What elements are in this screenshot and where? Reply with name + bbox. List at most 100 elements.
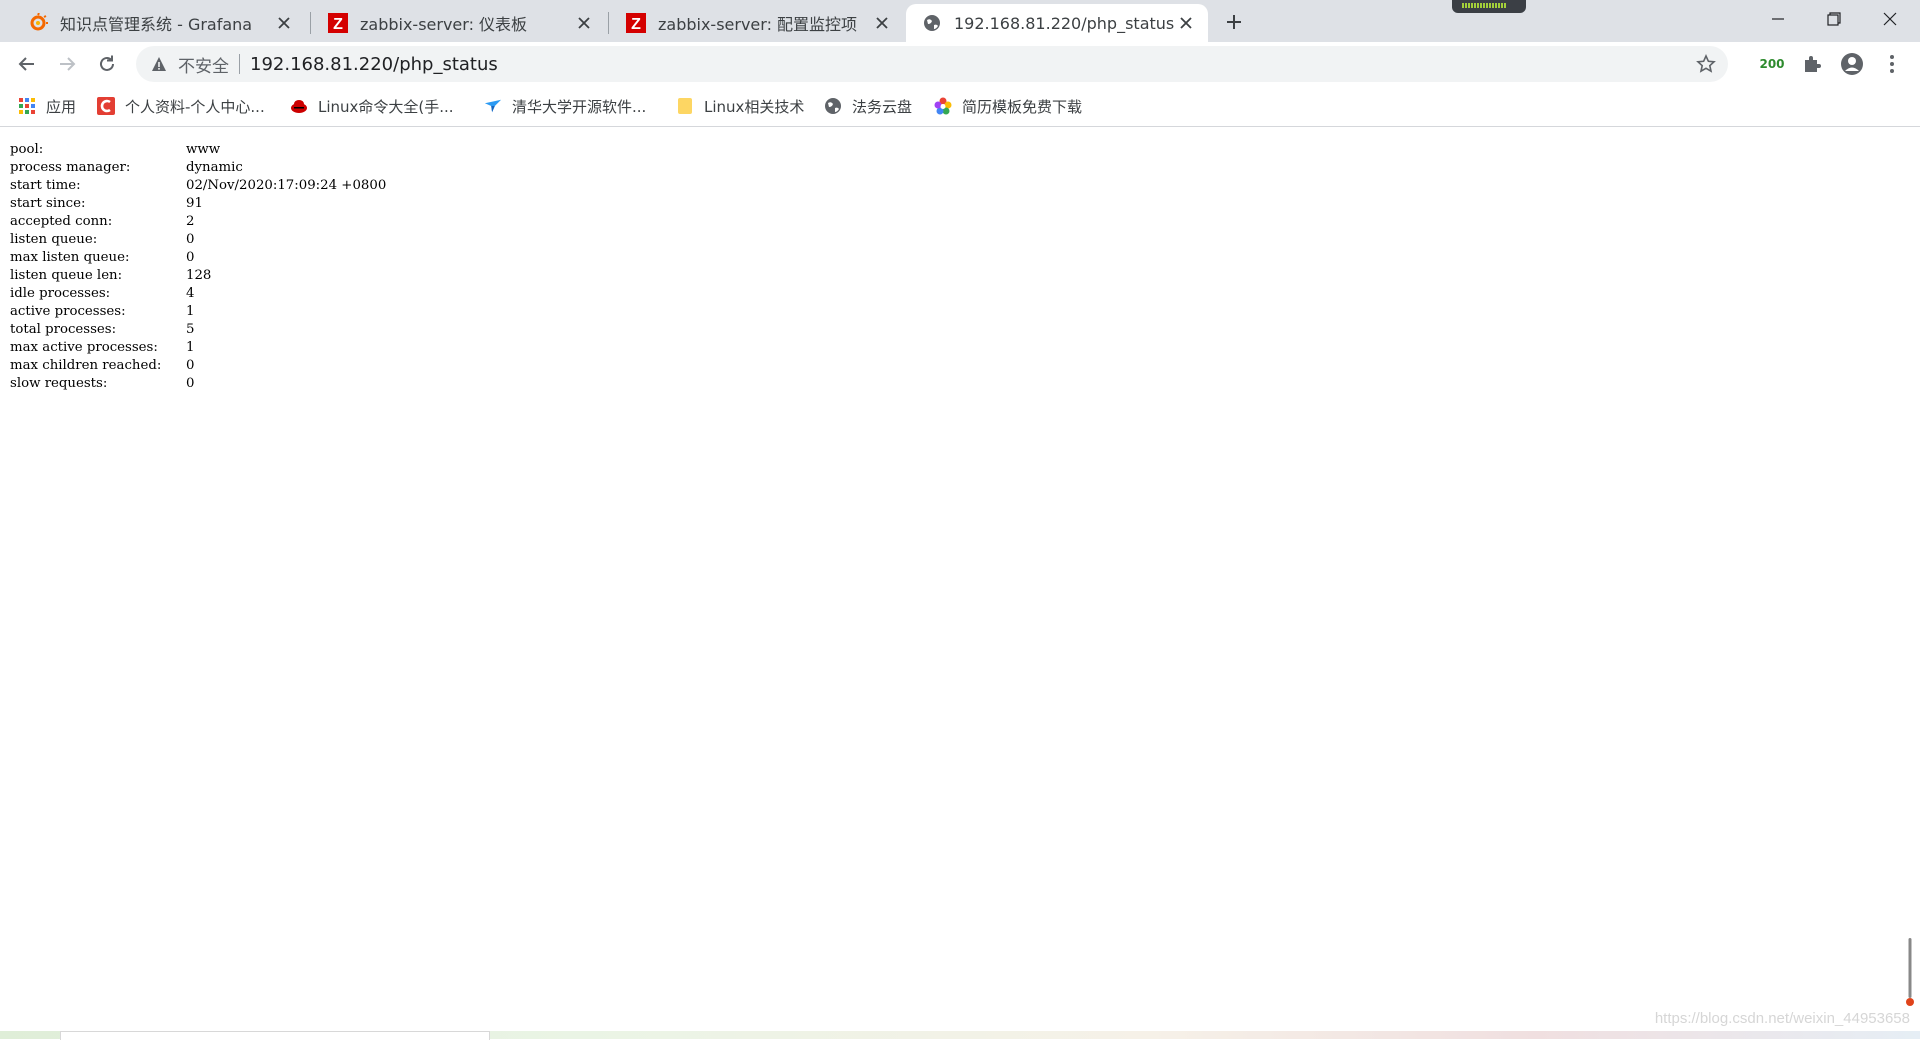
status-row: listen queue len: 128	[10, 267, 386, 285]
puzzle-icon	[1805, 56, 1821, 72]
network-meter-widget	[1452, 0, 1526, 13]
new-tab-button[interactable]	[1220, 8, 1248, 36]
status-key: start since:	[10, 196, 86, 211]
status-value: 4	[186, 286, 195, 301]
status-row: accepted conn: 2	[10, 213, 386, 231]
bookmark-label: 清华大学开源软件...	[512, 97, 647, 116]
divider	[239, 54, 240, 74]
tab-separator	[608, 12, 609, 34]
bookmark-label: 应用	[46, 97, 77, 116]
status-value: 1	[186, 340, 195, 355]
status-key: listen queue:	[10, 232, 98, 247]
bookmark-label: Linux命令大全(手...	[318, 97, 454, 116]
close-tab-icon[interactable]	[274, 13, 294, 33]
tab-php-status[interactable]: 192.168.81.220/php_status	[906, 4, 1208, 42]
menu-button[interactable]	[1878, 50, 1906, 78]
status-value: 0	[186, 376, 195, 391]
thermometer-widget-icon	[1906, 938, 1914, 1008]
warning-icon[interactable]	[150, 55, 168, 73]
url-text[interactable]: 192.168.81.220/php_status	[250, 54, 498, 75]
bookmark-resume-templates[interactable]: 简历模板免费下载	[934, 94, 1082, 118]
reload-icon	[100, 55, 114, 71]
bookmarks-bar: 应用 个人资料-个人中心... Linux命令大全(手... 清华大学开源软件.…	[0, 86, 1920, 127]
status-value: 128	[186, 268, 212, 283]
status-value: 0	[186, 358, 195, 373]
bookmark-folder-linux[interactable]: Linux相关技术	[676, 94, 804, 118]
status-row: listen queue: 0	[10, 231, 386, 249]
status-row: slow requests: 0	[10, 375, 386, 393]
globe-icon	[824, 97, 842, 115]
status-row: max active processes: 1	[10, 339, 386, 357]
security-label[interactable]: 不安全	[178, 52, 229, 77]
tab-title: 192.168.81.220/php_status	[954, 13, 1175, 33]
arrow-right-icon	[60, 57, 76, 71]
browser-toolbar: 不安全 192.168.81.220/php_status 200	[0, 42, 1920, 86]
zabbix-icon: Z	[328, 13, 348, 33]
status-row: pool: www	[10, 141, 386, 159]
watermark-text: https://blog.csdn.net/weixin_44953658	[1654, 1010, 1910, 1027]
tab-title: 知识点管理系统 - Grafana	[60, 15, 253, 34]
apps-grid-icon	[18, 97, 36, 115]
status-value: www	[186, 142, 221, 157]
bookmark-apps[interactable]: 应用	[18, 94, 76, 118]
zabbix-icon: Z	[626, 13, 646, 33]
tab-zabbix-items[interactable]: Z zabbix-server: 配置监控项	[610, 4, 904, 42]
status-row: process manager: dynamic	[10, 159, 386, 177]
redhat-icon	[290, 97, 308, 115]
status-value: 02/Nov/2020:17:09:24 +0800	[186, 178, 387, 193]
close-icon	[1883, 12, 1897, 26]
status-value: 91	[186, 196, 203, 211]
status-row: max listen queue: 0	[10, 249, 386, 267]
reload-button[interactable]	[91, 48, 123, 80]
status-key: max listen queue:	[10, 250, 130, 265]
tuna-bird-icon	[484, 97, 502, 115]
svg-text:Z: Z	[631, 16, 641, 33]
close-window-button[interactable]	[1862, 0, 1918, 38]
plus-icon	[1227, 15, 1241, 29]
bookmark-csdn-profile[interactable]: 个人资料-个人中心...	[97, 94, 265, 118]
bookmark-linux-commands[interactable]: Linux命令大全(手...	[290, 94, 454, 118]
close-tab-icon[interactable]	[872, 13, 892, 33]
globe-icon	[922, 13, 942, 33]
restore-button[interactable]	[1806, 0, 1862, 38]
status-value: dynamic	[186, 160, 243, 175]
extensions-button[interactable]	[1798, 50, 1826, 78]
status-row: total processes: 5	[10, 321, 386, 339]
tab-zabbix-dashboard[interactable]: Z zabbix-server: 仪表板	[312, 4, 606, 42]
status-row: max children reached: 0	[10, 357, 386, 375]
bookmark-label: 简历模板免费下载	[962, 97, 1083, 116]
status-value: 1	[186, 304, 195, 319]
status-key: max children reached:	[10, 358, 162, 373]
profile-button[interactable]	[1838, 50, 1866, 78]
bookmark-tuna-mirror[interactable]: 清华大学开源软件...	[484, 94, 646, 118]
minimize-button[interactable]	[1750, 0, 1806, 38]
minimize-icon	[1772, 18, 1784, 20]
forward-button[interactable]	[51, 48, 83, 80]
tab-grafana[interactable]: 知识点管理系统 - Grafana	[12, 4, 306, 42]
back-button[interactable]	[11, 48, 43, 80]
folder-icon	[676, 97, 694, 115]
flower-icon	[934, 97, 952, 115]
bookmark-label: 法务云盘	[852, 97, 913, 116]
bookmark-star-icon[interactable]	[1696, 54, 1716, 74]
status-key: max active processes:	[10, 340, 158, 355]
close-tab-icon[interactable]	[1176, 13, 1196, 33]
csdn-icon	[97, 97, 115, 115]
address-bar[interactable]: 不安全 192.168.81.220/php_status	[136, 46, 1728, 82]
status-row: active processes: 1	[10, 303, 386, 321]
status-key: start time:	[10, 178, 81, 193]
status-key: slow requests:	[10, 376, 108, 391]
svg-text:Z: Z	[333, 16, 343, 33]
status-value: 0	[186, 250, 195, 265]
bookmark-legal-cloud[interactable]: 法务云盘	[824, 94, 912, 118]
status-key: idle processes:	[10, 286, 111, 301]
account-icon	[1841, 53, 1863, 75]
close-tab-icon[interactable]	[574, 13, 594, 33]
grafana-icon	[28, 13, 48, 33]
status-key: listen queue len:	[10, 268, 123, 283]
restore-icon	[1827, 12, 1841, 26]
php-fpm-status-output: pool: www process manager: dynamic start t…	[10, 141, 386, 393]
status-value: 2	[186, 214, 195, 229]
extension-200-button[interactable]: 200	[1758, 50, 1786, 78]
tab-title: zabbix-server: 配置监控项	[658, 15, 858, 34]
